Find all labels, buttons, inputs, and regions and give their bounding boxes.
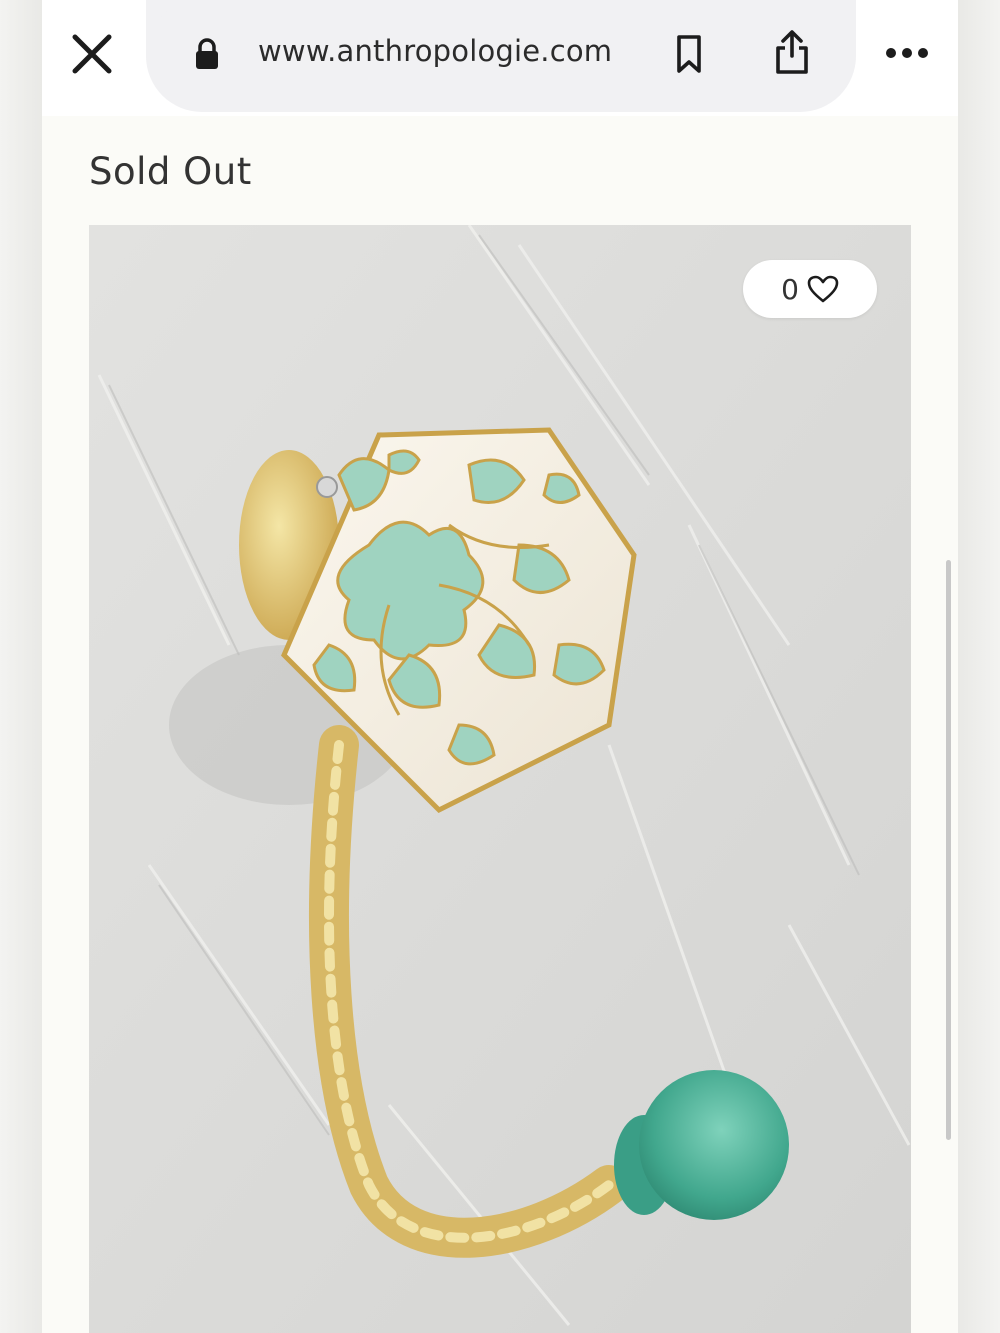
product-image[interactable]: 0 xyxy=(89,225,911,1333)
sold-out-label: Sold Out xyxy=(89,150,252,193)
address-bar[interactable]: www.anthropologie.com xyxy=(146,0,856,112)
lock-icon xyxy=(196,38,218,69)
heart-icon xyxy=(807,275,839,303)
bookmark-icon[interactable] xyxy=(672,34,706,74)
web-page: www.anthropologie.com Sold Out 0 xyxy=(42,0,958,1333)
like-count: 0 xyxy=(781,272,799,306)
left-margin xyxy=(0,0,42,1333)
right-margin xyxy=(958,0,1000,1333)
browser-toolbar: www.anthropologie.com xyxy=(42,0,958,116)
url-text[interactable]: www.anthropologie.com xyxy=(258,34,612,68)
product-photo xyxy=(89,225,911,1333)
page-scrollbar[interactable] xyxy=(946,560,951,1140)
close-button[interactable] xyxy=(64,28,120,80)
like-button[interactable]: 0 xyxy=(743,260,877,318)
more-options-button[interactable] xyxy=(880,38,934,68)
close-icon xyxy=(72,34,112,74)
share-icon[interactable] xyxy=(772,28,812,76)
more-icon xyxy=(886,48,928,58)
